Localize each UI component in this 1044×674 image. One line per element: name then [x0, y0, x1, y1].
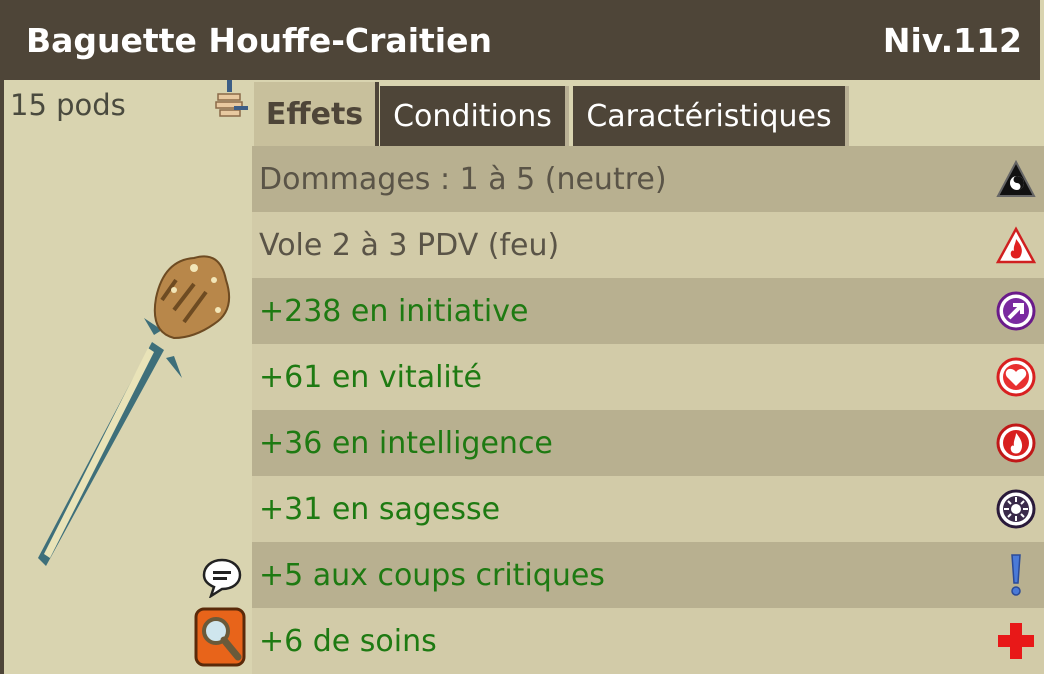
effect-text: +5 aux coups critiques	[259, 557, 605, 593]
neutral-element-icon	[994, 157, 1038, 201]
effect-text: +31 en sagesse	[259, 491, 501, 527]
effect-row: +5 aux coups critiques	[252, 542, 1044, 608]
critical-exclamation-icon	[994, 553, 1038, 597]
item-level: Niv.112	[882, 20, 1022, 60]
initiative-icon	[994, 289, 1038, 333]
effect-text: Dommages : 1 à 5 (neutre)	[259, 161, 667, 197]
item-preview-panel: 15 pods	[4, 80, 252, 674]
equip-hand-icon[interactable]	[214, 80, 252, 128]
effect-row: +36 en intelligence	[252, 410, 1044, 476]
effect-text: +36 en intelligence	[259, 425, 553, 461]
wand-item-image	[38, 255, 230, 566]
effect-text: +238 en initiative	[259, 293, 529, 329]
effect-row: +61 en vitalité	[252, 344, 1044, 410]
chat-bubble-icon[interactable]	[201, 556, 243, 598]
item-tabs: Effets Conditions Caractéristiques	[252, 82, 1044, 146]
effect-text: Vole 2 à 3 PDV (feu)	[259, 227, 560, 263]
item-title-bar: Baguette Houffe-Craitien Niv.112	[4, 0, 1040, 80]
tab-conditions[interactable]: Conditions	[380, 86, 569, 146]
item-name: Baguette Houffe-Craitien	[26, 20, 492, 60]
effect-row: +31 en sagesse	[252, 476, 1044, 542]
recipe-search-icon[interactable]	[194, 607, 246, 667]
fire-element-icon	[994, 223, 1038, 267]
effect-row: Dommages : 1 à 5 (neutre)	[252, 146, 1044, 212]
vitality-heart-icon	[994, 355, 1038, 399]
effect-text: +61 en vitalité	[259, 359, 482, 395]
wisdom-icon	[994, 487, 1038, 531]
item-weight: 15 pods	[10, 88, 126, 122]
effect-row: +6 de soins	[252, 608, 1044, 674]
tab-characteristics[interactable]: Caractéristiques	[573, 86, 849, 146]
effect-text: +6 de soins	[259, 623, 437, 659]
tab-effects[interactable]: Effets	[254, 82, 379, 146]
effect-row: +238 en initiative	[252, 278, 1044, 344]
effects-list: Dommages : 1 à 5 (neutre) Vole 2 à 3 PDV…	[252, 146, 1044, 674]
effect-row: Vole 2 à 3 PDV (feu)	[252, 212, 1044, 278]
intelligence-flame-icon	[994, 421, 1038, 465]
heal-cross-icon	[994, 619, 1038, 663]
